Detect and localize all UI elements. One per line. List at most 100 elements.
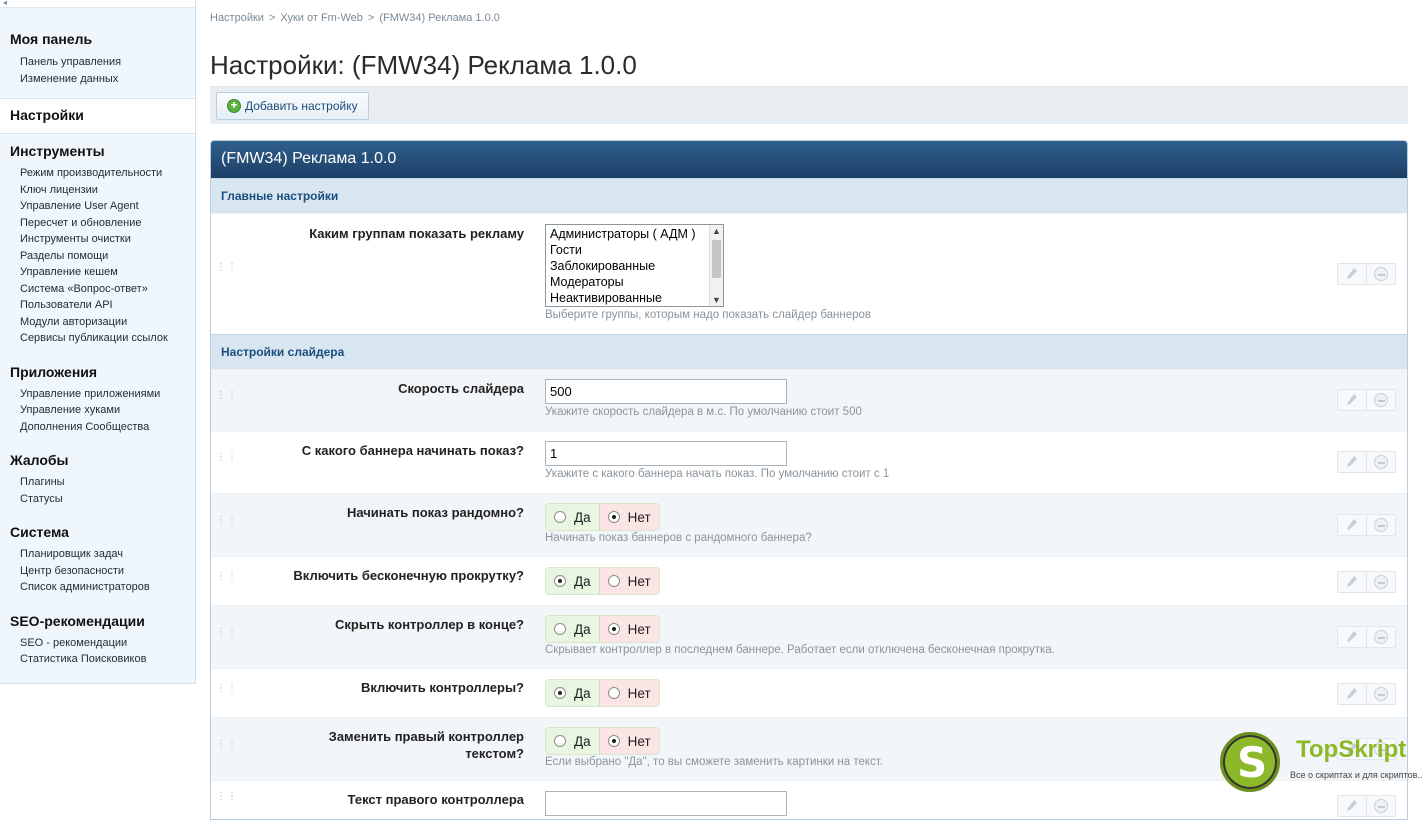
sidebar-item[interactable]: Статистика Поисковиков [20, 651, 195, 668]
radio-yes[interactable]: Да [546, 568, 600, 594]
delete-button[interactable] [1366, 514, 1396, 536]
minus-icon [1374, 455, 1388, 469]
drag-handle-icon[interactable]: ⋮⋮ [216, 628, 237, 643]
sidebar-item[interactable]: Управление хуками [20, 402, 195, 419]
radio-button[interactable] [554, 687, 566, 699]
scroll-down-icon[interactable]: ▼ [712, 295, 721, 305]
delete-button[interactable] [1366, 263, 1396, 285]
start-banner-input[interactable] [545, 441, 787, 466]
sidebar-item[interactable]: Планировщик задач [20, 546, 195, 563]
radio-yes[interactable]: Да [546, 728, 600, 754]
scroll-up-icon[interactable]: ▲ [712, 226, 721, 236]
pencil-icon [1347, 268, 1357, 279]
radio-no[interactable]: Нет [599, 680, 659, 706]
radio-button[interactable] [554, 575, 566, 587]
groups-listbox[interactable]: Администраторы ( АДМ ) Гости Заблокирова… [545, 224, 724, 307]
sidebar-item[interactable]: Управление приложениями [20, 386, 195, 403]
add-setting-button[interactable]: + Добавить настройку [216, 92, 369, 120]
delete-button[interactable] [1366, 626, 1396, 648]
scroll-thumb[interactable] [712, 240, 721, 278]
setting-hint: Укажите с какого баннера начать показ. П… [545, 468, 890, 480]
drag-handle-icon[interactable]: ⋮⋮ [216, 572, 237, 587]
sidebar-item-settings[interactable]: Настройки [0, 98, 195, 134]
radio-label: Да [574, 733, 591, 749]
sidebar-item[interactable]: Сервисы публикации ссылок [20, 330, 195, 347]
sidebar-item[interactable]: SEO - рекомендации [20, 635, 195, 652]
drag-handle-icon[interactable]: ⋮⋮ [216, 516, 237, 531]
radio-no[interactable]: Нет [599, 616, 659, 642]
sidebar-item[interactable]: Центр безопасности [20, 563, 195, 580]
edit-button[interactable] [1337, 683, 1367, 705]
radio-button[interactable] [607, 687, 620, 699]
radio-yes[interactable]: Да [546, 680, 600, 706]
drag-handle-icon[interactable]: ⋮⋮ [216, 453, 237, 468]
listbox-option[interactable]: Администраторы ( АДМ ) [546, 226, 723, 242]
setting-label-line: текстом? [465, 746, 524, 761]
radio-no[interactable]: Нет [599, 728, 659, 754]
sidebar-item[interactable]: Плагины [20, 474, 195, 491]
radio-button[interactable] [554, 735, 566, 747]
radio-label: Да [574, 509, 591, 525]
radio-button[interactable] [554, 623, 566, 635]
listbox-option[interactable]: Гости [546, 242, 723, 258]
breadcrumb-link[interactable]: Настройки [210, 12, 264, 24]
drag-handle-icon[interactable]: ⋮⋮ [216, 391, 237, 406]
sidebar-item[interactable]: Управление кешем [20, 264, 195, 281]
edit-button[interactable] [1337, 795, 1367, 817]
radio-yes[interactable]: Да [546, 616, 600, 642]
delete-button[interactable] [1366, 571, 1396, 593]
listbox-option[interactable]: Заблокированные [546, 258, 723, 274]
radio-no[interactable]: Нет [599, 504, 659, 530]
right-controller-text-input[interactable] [545, 791, 787, 816]
sidebar-item[interactable]: Инструменты очистки [20, 231, 195, 248]
row-tools [1337, 571, 1397, 593]
delete-button[interactable] [1366, 389, 1396, 411]
radio-no[interactable]: Нет [599, 568, 659, 594]
sidebar-item-edit-data[interactable]: Изменение данных [20, 71, 195, 88]
drag-handle-icon[interactable]: ⋮⋮ [216, 792, 237, 807]
edit-button[interactable] [1337, 389, 1367, 411]
edit-button[interactable] [1337, 626, 1367, 648]
sidebar-item[interactable]: Модули авторизации [20, 314, 195, 331]
drag-handle-icon[interactable]: ⋮⋮ [216, 740, 237, 755]
sidebar-item[interactable]: Ключ лицензии [20, 182, 195, 199]
edit-button[interactable] [1337, 451, 1367, 473]
delete-button[interactable] [1366, 683, 1396, 705]
edit-button[interactable] [1337, 514, 1367, 536]
sidebar-item[interactable]: Управление User Agent [20, 198, 195, 215]
delete-button[interactable] [1366, 451, 1396, 473]
radio-button[interactable] [607, 511, 620, 523]
edit-button[interactable] [1337, 263, 1367, 285]
radio-button[interactable] [607, 623, 620, 635]
radio-yes[interactable]: Да [546, 504, 600, 530]
setting-hint: Скрывает контроллер в последнем баннере.… [545, 644, 1055, 656]
sidebar-item-control-panel[interactable]: Панель управления [20, 54, 195, 71]
delete-button[interactable] [1366, 795, 1396, 817]
radio-button[interactable] [607, 575, 620, 587]
radio-button[interactable] [554, 511, 566, 523]
radio-button[interactable] [607, 735, 620, 747]
sidebar-item[interactable]: Список администраторов [20, 579, 195, 596]
panel-title: (FMW34) Реклама 1.0.0 [211, 141, 1407, 178]
drag-handle-icon[interactable]: ⋮⋮ [216, 263, 237, 278]
sidebar-item[interactable]: Пересчет и обновление [20, 215, 195, 232]
sidebar-item[interactable]: Статусы [20, 491, 195, 508]
sidebar-collapse-icon[interactable]: ◂ [0, 0, 195, 8]
breadcrumb-link[interactable]: Хуки от Fm-Web [280, 12, 363, 24]
sidebar-item[interactable]: Разделы помощи [20, 248, 195, 265]
hide-controller-toggle: Да Нет [545, 615, 660, 643]
radio-label: Да [574, 573, 591, 589]
minus-icon [1374, 630, 1388, 644]
sidebar-item[interactable]: Режим производительности [20, 165, 195, 182]
listbox-option[interactable]: Модераторы [546, 274, 723, 290]
sidebar-item[interactable]: Дополнения Сообщества [20, 419, 195, 436]
listbox-option[interactable]: Неактивированные [546, 290, 723, 306]
radio-label: Нет [627, 733, 651, 749]
sidebar-item[interactable]: Пользователи API [20, 297, 195, 314]
sidebar-item[interactable]: Система «Вопрос-ответ» [20, 281, 195, 298]
speed-input[interactable] [545, 379, 787, 404]
edit-button[interactable] [1337, 571, 1367, 593]
drag-handle-icon[interactable]: ⋮⋮ [216, 684, 237, 699]
listbox-scrollbar[interactable]: ▲ ▼ [709, 225, 723, 306]
logo-name: TopSkript [1296, 736, 1407, 763]
